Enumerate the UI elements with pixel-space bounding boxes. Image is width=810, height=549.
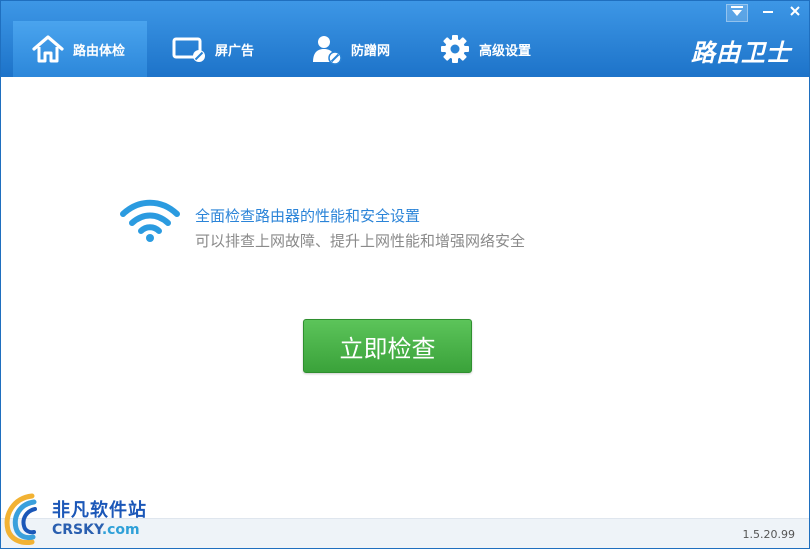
- tab-advanced-settings[interactable]: 高级设置: [433, 21, 573, 77]
- watermark-brand: CRSKY: [52, 522, 102, 538]
- screen-block-icon: [171, 34, 207, 64]
- version-label: 1.5.20.99: [742, 528, 795, 541]
- tab-router-checkup[interactable]: 路由体检: [13, 21, 147, 77]
- tab-block-ads[interactable]: 屏广告: [155, 21, 279, 77]
- tab-label: 高级设置: [479, 43, 532, 59]
- tab-label: 路由体检: [73, 43, 126, 59]
- app-brand-logo: 路由卫士: [691, 39, 791, 67]
- tab-label: 防蹭网: [351, 43, 391, 59]
- watermark-domain: .com: [101, 522, 140, 538]
- headline-text: 全面检查路由器的性能和安全设置: [195, 207, 421, 225]
- title-bar: 路由体检 屏广告 防蹭网 高级设置 路由卫士: [1, 1, 809, 77]
- menu-icon: [730, 5, 744, 21]
- menu-button[interactable]: [726, 4, 748, 22]
- main-panel: 全面检查路由器的性能和安全设置 可以排查上网故障、提升上网性能和增强网络安全 立…: [1, 77, 809, 518]
- minimize-icon: [762, 5, 774, 21]
- subline-text: 可以排查上网故障、提升上网性能和增强网络安全: [195, 232, 526, 250]
- watermark-name-en: CRSKY.com: [52, 522, 140, 538]
- check-now-button[interactable]: 立即检查: [303, 319, 472, 373]
- home-icon: [31, 34, 65, 64]
- wifi-icon: [119, 196, 181, 244]
- watermark-logo-icon: [2, 492, 54, 546]
- watermark-name-cn: 非凡软件站: [52, 500, 147, 521]
- minimize-button[interactable]: [757, 4, 779, 22]
- user-guard-icon: [309, 33, 343, 65]
- close-button[interactable]: [784, 4, 806, 22]
- gear-icon: [439, 33, 471, 65]
- tab-anti-leech[interactable]: 防蹭网: [297, 21, 421, 77]
- site-watermark: 非凡软件站 CRSKY.com: [0, 490, 162, 548]
- tab-label: 屏广告: [215, 43, 255, 59]
- close-icon: [789, 5, 801, 21]
- app-window: 路由体检 屏广告 防蹭网 高级设置 路由卫士 全面检查路由器的性能和安全设置 可…: [0, 0, 810, 549]
